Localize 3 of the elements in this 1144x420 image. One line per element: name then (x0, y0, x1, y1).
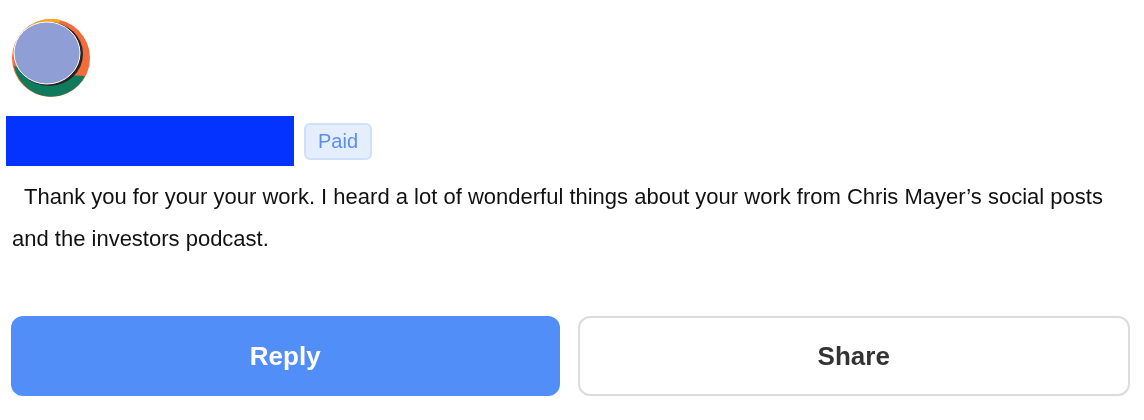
paid-badge: Paid (304, 122, 373, 160)
share-button[interactable]: Share (577, 316, 1130, 396)
message-text: Thank you for your your work. I heard a lot of wonderful things about your work from Chris Mayer’s social posts and the investors podcast. (12, 183, 1104, 253)
